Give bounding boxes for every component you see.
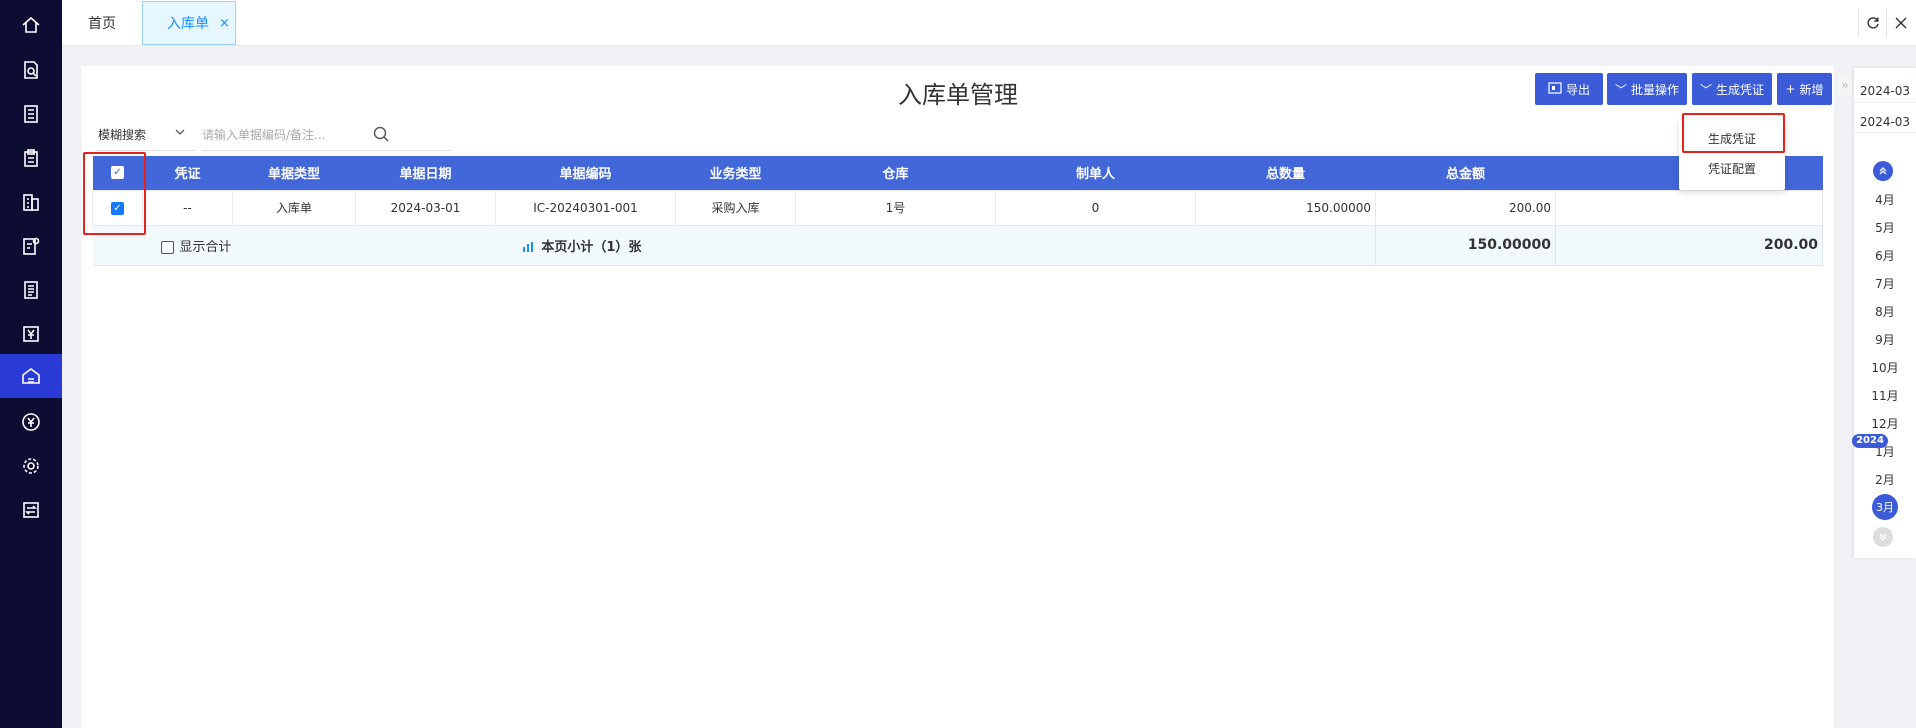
document-list-icon[interactable]	[0, 92, 62, 136]
show-total-checkbox[interactable]	[160, 240, 174, 254]
add-label: 新增	[1799, 82, 1824, 97]
voucher-cell: --	[142, 189, 233, 226]
code-cell[interactable]: IC-20240301-001	[495, 189, 676, 226]
current-month[interactable]: 3月	[1872, 494, 1898, 520]
search-input[interactable]	[202, 119, 452, 151]
table-header-row: ✓ 凭证 单据类型 单据日期 单据编码 业务类型 仓库 制单人 总数量 总金额 …	[92, 156, 1823, 190]
search-mode-select[interactable]: 模糊搜索	[96, 119, 196, 151]
month-item[interactable]: 10月	[1854, 359, 1916, 376]
generate-voucher-label: 生成凭证	[1716, 82, 1765, 97]
amount-cell: 200.00	[1375, 189, 1556, 226]
subtotal-amount: 200.00	[1555, 224, 1823, 266]
column-header[interactable]: 凭证	[142, 156, 233, 190]
refresh-icon[interactable]	[1858, 8, 1886, 38]
home-icon[interactable]	[0, 3, 62, 47]
search-mode-value: 模糊搜索	[98, 128, 147, 142]
tab-bar: 首页 入库单 ×	[62, 0, 1916, 46]
left-sidebar	[0, 0, 62, 728]
batch-operation-button[interactable]: ﹀ 批量操作	[1607, 73, 1687, 105]
tab-inbound-order[interactable]: 入库单 ×	[142, 1, 236, 45]
date-panel: 2024-03 2024-03 4月 5月 6月 7月 8月 9月 10月 11…	[1854, 68, 1916, 558]
close-icon[interactable]: ×	[219, 16, 230, 31]
month-item[interactable]: 6月	[1854, 247, 1916, 264]
column-header[interactable]: 仓库	[795, 156, 996, 190]
column-header[interactable]: 制单人	[995, 156, 1196, 190]
date-end[interactable]: 2024-03	[1854, 115, 1916, 129]
year-badge: 2024	[1852, 434, 1888, 448]
month-item[interactable]: 4月	[1854, 191, 1916, 208]
month-item[interactable]: 8月	[1854, 303, 1916, 320]
column-header[interactable]: 业务类型	[675, 156, 796, 190]
column-header[interactable]: 单据编码	[495, 156, 676, 190]
batch-operation-label: 批量操作	[1631, 82, 1680, 97]
chevron-right-icon[interactable]: »	[1838, 74, 1852, 96]
business-type-cell: 采购入库	[675, 189, 796, 226]
column-header[interactable]: 单据日期	[355, 156, 496, 190]
show-total-label: 显示合计	[179, 239, 232, 255]
column-header[interactable]: 总数量	[1195, 156, 1376, 190]
highlight-box	[83, 152, 146, 235]
export-label: 导出	[1565, 82, 1590, 97]
chevron-down-icon	[174, 126, 186, 140]
chevron-down-icon: ﹀	[1699, 82, 1712, 97]
month-item[interactable]: 5月	[1854, 219, 1916, 236]
export-icon	[1548, 81, 1562, 97]
highlight-box	[1682, 113, 1785, 153]
add-button[interactable]: + 新增	[1777, 73, 1832, 105]
month-item[interactable]: 9月	[1854, 331, 1916, 348]
tab-home[interactable]: 首页	[88, 1, 116, 45]
subtotal-quantity: 150.00000	[1375, 224, 1556, 266]
summary-row: 显示合计 本页小计（1）张 150.00000 200.00	[92, 224, 1823, 266]
clipboard-icon[interactable]	[0, 136, 62, 180]
month-item[interactable]: 12月	[1854, 415, 1916, 432]
subtotal-cell: 本页小计（1）张	[355, 224, 1376, 266]
document-settings-icon[interactable]	[0, 224, 62, 268]
remark-cell	[1555, 189, 1823, 226]
divider	[1854, 132, 1916, 133]
main-panel: 入库单管理 导出 ﹀ 批量操作 ﹀ 生成凭证 + 新增 模糊搜索 请输入单据编码…	[82, 66, 1834, 728]
quantity-cell: 150.00000	[1195, 189, 1376, 226]
chevron-down-icon[interactable]	[1873, 527, 1893, 547]
tab-home-label: 首页	[88, 16, 116, 32]
month-item[interactable]: 11月	[1854, 387, 1916, 404]
month-item[interactable]: 7月	[1854, 275, 1916, 292]
transfer-icon[interactable]	[0, 488, 62, 532]
tab-inbound-order-label: 入库单	[167, 16, 209, 32]
inbound-order-table: ✓ 凭证 单据类型 单据日期 单据编码 业务类型 仓库 制单人 总数量 总金额 …	[92, 156, 1823, 266]
document-search-icon[interactable]	[0, 48, 62, 92]
warehouse-cell: 1号	[795, 189, 996, 226]
menu-item-voucher-config[interactable]: 凭证配置	[1679, 160, 1785, 177]
warehouse-icon[interactable]	[0, 354, 62, 398]
chevron-up-icon[interactable]	[1873, 161, 1893, 181]
month-item[interactable]: 2月	[1854, 471, 1916, 488]
close-all-icon[interactable]	[1886, 8, 1914, 38]
bar-chart-icon	[522, 240, 538, 254]
date-start[interactable]: 2024-03	[1854, 84, 1916, 98]
generate-voucher-button[interactable]: ﹀ 生成凭证	[1692, 73, 1772, 105]
search-icon[interactable]	[372, 125, 392, 145]
report-icon[interactable]	[0, 268, 62, 312]
date-cell: 2024-03-01	[355, 189, 496, 226]
currency-icon[interactable]	[0, 400, 62, 444]
subtotal-label: 本页小计（1）张	[541, 239, 642, 255]
building-icon[interactable]	[0, 180, 62, 224]
column-header[interactable]: 单据类型	[232, 156, 356, 190]
maker-cell: 0	[995, 189, 1196, 226]
type-cell: 入库单	[232, 189, 356, 226]
column-header[interactable]: 总金额	[1375, 156, 1556, 190]
divider	[1854, 102, 1916, 103]
table-row[interactable]: ✓ -- 入库单 2024-03-01 IC-20240301-001 采购入库…	[92, 189, 1823, 226]
export-button[interactable]: 导出	[1535, 73, 1603, 105]
plus-icon: +	[1785, 82, 1796, 96]
gear-icon[interactable]	[0, 444, 62, 488]
chevron-down-icon: ﹀	[1614, 82, 1627, 97]
finance-icon[interactable]	[0, 312, 62, 356]
